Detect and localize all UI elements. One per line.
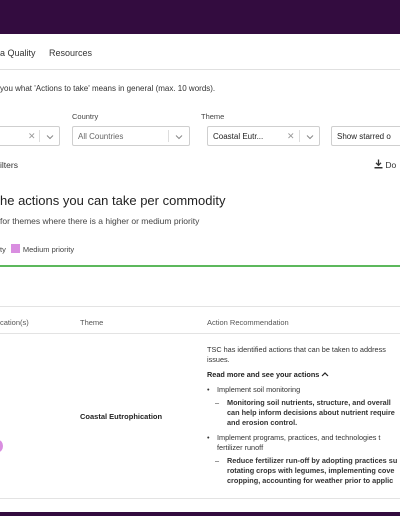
table-cell-action-recommendation: TSC has identified actions that can be t… bbox=[207, 345, 400, 486]
table-bottom-border bbox=[0, 498, 400, 499]
read-more-toggle[interactable]: Read more and see your actions bbox=[207, 370, 400, 380]
recommendation-intro: TSC has identified actions that can be t… bbox=[207, 345, 386, 354]
legend-higher-priority-label: ty bbox=[0, 245, 6, 254]
bottom-bar bbox=[0, 512, 400, 516]
action-item: Implement programs, practices, and techn… bbox=[207, 433, 400, 453]
country-select-value: All Countries bbox=[78, 132, 124, 141]
clear-icon[interactable]: ✕ bbox=[287, 131, 295, 142]
download-button[interactable]: Do bbox=[374, 159, 396, 170]
country-label: Country bbox=[72, 112, 99, 121]
column-header-locations[interactable]: cation(s) bbox=[0, 318, 29, 327]
action-detail-line: cropping, accounting for weather prior t… bbox=[227, 476, 394, 485]
action-detail-line: Monitoring soil nutrients, structure, an… bbox=[227, 398, 391, 407]
action-item-line: fertilizer runoff bbox=[217, 443, 264, 452]
chevron-down-icon[interactable] bbox=[173, 131, 185, 143]
action-detail-line: rotating crops with legumes, implementin… bbox=[227, 466, 395, 475]
action-detail-line: and erosion control. bbox=[227, 418, 298, 427]
chevron-down-icon[interactable] bbox=[304, 131, 316, 143]
table-header: cation(s) Theme Action Recommendation bbox=[0, 306, 400, 334]
main-nav: a Quality Resources bbox=[0, 34, 400, 70]
chevron-up-icon bbox=[321, 372, 329, 377]
nav-item-data-quality[interactable]: a Quality bbox=[0, 48, 36, 58]
clear-icon[interactable]: ✕ bbox=[28, 131, 36, 142]
action-detail-line: can help inform decisions about nutrient… bbox=[227, 408, 395, 417]
action-detail: Monitoring soil nutrients, structure, an… bbox=[207, 398, 400, 428]
download-icon bbox=[374, 159, 383, 169]
select-divider bbox=[299, 130, 300, 142]
country-select[interactable]: All Countries bbox=[72, 126, 190, 146]
starred-select-value: Show starred o bbox=[337, 132, 391, 141]
medium-priority-marker bbox=[0, 440, 3, 452]
section-subheading: for themes where there is a higher or me… bbox=[0, 216, 200, 226]
starred-select[interactable]: Show starred o bbox=[331, 126, 400, 146]
theme-select[interactable]: Coastal Eutr... ✕ bbox=[207, 126, 320, 146]
column-header-action-recommendation[interactable]: Action Recommendation bbox=[207, 318, 289, 327]
section-divider bbox=[0, 265, 400, 267]
top-header-bar bbox=[0, 0, 400, 34]
theme-label: Theme bbox=[201, 112, 225, 121]
section-heading: he actions you can take per commodity bbox=[0, 193, 226, 208]
chevron-down-icon[interactable] bbox=[44, 131, 56, 143]
table-cell-theme: Coastal Eutrophication bbox=[80, 412, 163, 421]
action-item-line: Implement programs, practices, and techn… bbox=[217, 433, 381, 442]
download-label: Do bbox=[385, 160, 397, 170]
recommendation-intro-cont: issues. bbox=[207, 355, 230, 364]
medium-priority-swatch bbox=[10, 244, 20, 253]
nav-item-resources[interactable]: Resources bbox=[49, 48, 92, 58]
action-detail-line: Reduce fertilizer run-off by adopting pr… bbox=[227, 456, 398, 465]
legend-medium-priority-label: Medium priority bbox=[22, 245, 75, 254]
action-item: Implement soil monitoring bbox=[207, 385, 400, 395]
select-divider bbox=[39, 130, 40, 142]
select-divider bbox=[168, 130, 169, 142]
commodity-select[interactable]: ✕ bbox=[0, 126, 60, 146]
read-more-label: Read more and see your actions bbox=[207, 370, 320, 379]
column-header-theme[interactable]: Theme bbox=[80, 318, 103, 327]
theme-select-value: Coastal Eutr... bbox=[213, 132, 264, 141]
question-text: you what 'Actions to take' means in gene… bbox=[0, 84, 216, 93]
priority-legend: ty Medium priority bbox=[0, 244, 74, 254]
filters-link[interactable]: ilters bbox=[0, 160, 18, 170]
action-detail: Reduce fertilizer run-off by adopting pr… bbox=[207, 456, 400, 486]
